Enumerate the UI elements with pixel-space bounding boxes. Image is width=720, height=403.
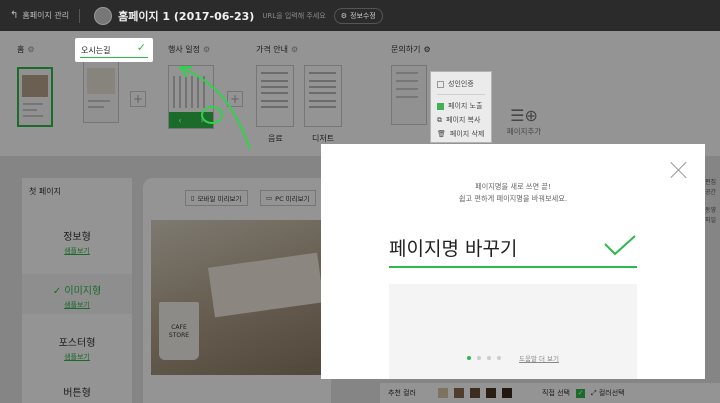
modal-description-line2: 쉽고 편하게 페이지명을 바꿔보세요.: [458, 194, 568, 203]
page-context-menu: 성인인증 페이지 노출 ⧉ 페이지 복사 🗑 페이지 삭제: [430, 71, 492, 143]
page-name-field-text: 페이지명 바꾸기: [389, 238, 518, 260]
page-rename-text: 오시는길: [81, 45, 111, 55]
gear-icon: ⚙: [340, 11, 348, 20]
menu-divider: [437, 94, 485, 95]
adult-verify-checkbox[interactable]: [437, 80, 444, 88]
back-to-home-manage-link[interactable]: ↰ 홈페이지 관리: [10, 10, 69, 21]
pagination-dot[interactable]: [497, 356, 501, 360]
page-rename-input[interactable]: 오시는길 ✓: [75, 38, 153, 62]
add-page-icon: ☰⊕: [510, 106, 538, 125]
modal-description-line1: 페이지명을 새로 쓰면 끝!: [475, 182, 551, 191]
help-more-link[interactable]: 도움말 더 보기: [519, 353, 559, 363]
pagination-dot[interactable]: [487, 356, 491, 360]
check-icon[interactable]: [603, 234, 637, 256]
edit-info-label: 정보수정: [350, 11, 376, 20]
hint-arrow-icon: [179, 66, 251, 150]
slide-pagination: [467, 356, 501, 360]
bottom-dim-overlay: [380, 383, 720, 403]
check-icon[interactable]: ✓: [137, 41, 146, 54]
back-arrow-icon: ↰: [10, 10, 19, 21]
pagination-dot[interactable]: [477, 356, 481, 360]
page-delete-label: 페이지 삭제: [449, 130, 485, 138]
close-icon[interactable]: [670, 161, 688, 179]
top-bar: ↰ 홈페이지 관리 홈페이지 1 (2017-06-23) URL을 입력해 주…: [0, 0, 720, 31]
page-delete-option[interactable]: 🗑 페이지 삭제: [437, 127, 485, 141]
rename-underline: [80, 57, 148, 58]
trash-icon: 🗑: [437, 130, 446, 138]
site-title: 홈페이지 1 (2017-06-23): [118, 9, 255, 23]
pagination-dot[interactable]: [467, 356, 471, 360]
url-hint[interactable]: URL을 입력해 주세요: [262, 11, 325, 21]
back-label: 홈페이지 관리: [22, 11, 70, 20]
page-name-field[interactable]: 페이지명 바꾸기: [389, 230, 637, 268]
page-strip: 홈 ⚙ + 행사 일정 ⚙ ‹ › + 가격 안내 ⚙ 음료 디저트 문의하기 ⚙: [0, 31, 720, 156]
adult-verify-option[interactable]: 성인인증: [437, 77, 485, 91]
tutorial-slide-area: [389, 284, 637, 379]
page-copy-option[interactable]: ⧉ 페이지 복사: [437, 113, 485, 127]
add-page-button[interactable]: ☰⊕ 페이지추가: [500, 106, 548, 137]
topbar-divider: [79, 8, 81, 23]
page-visible-option[interactable]: 페이지 노출: [437, 99, 485, 113]
page-visible-label: 페이지 노출: [448, 102, 483, 110]
copy-icon: ⧉: [437, 115, 442, 124]
edit-info-button[interactable]: ⚙ 정보수정: [333, 7, 383, 24]
add-page-label: 페이지추가: [506, 127, 542, 136]
rename-tutorial-modal: 페이지명을 새로 쓰면 끝! 쉽고 편하게 페이지명을 바꿔보세요. 페이지명 …: [321, 144, 705, 379]
adult-verify-label: 성인인증: [448, 80, 474, 88]
page-visible-checkbox[interactable]: [437, 102, 444, 110]
page-copy-label: 페이지 복사: [446, 116, 481, 124]
site-avatar[interactable]: [94, 6, 113, 25]
